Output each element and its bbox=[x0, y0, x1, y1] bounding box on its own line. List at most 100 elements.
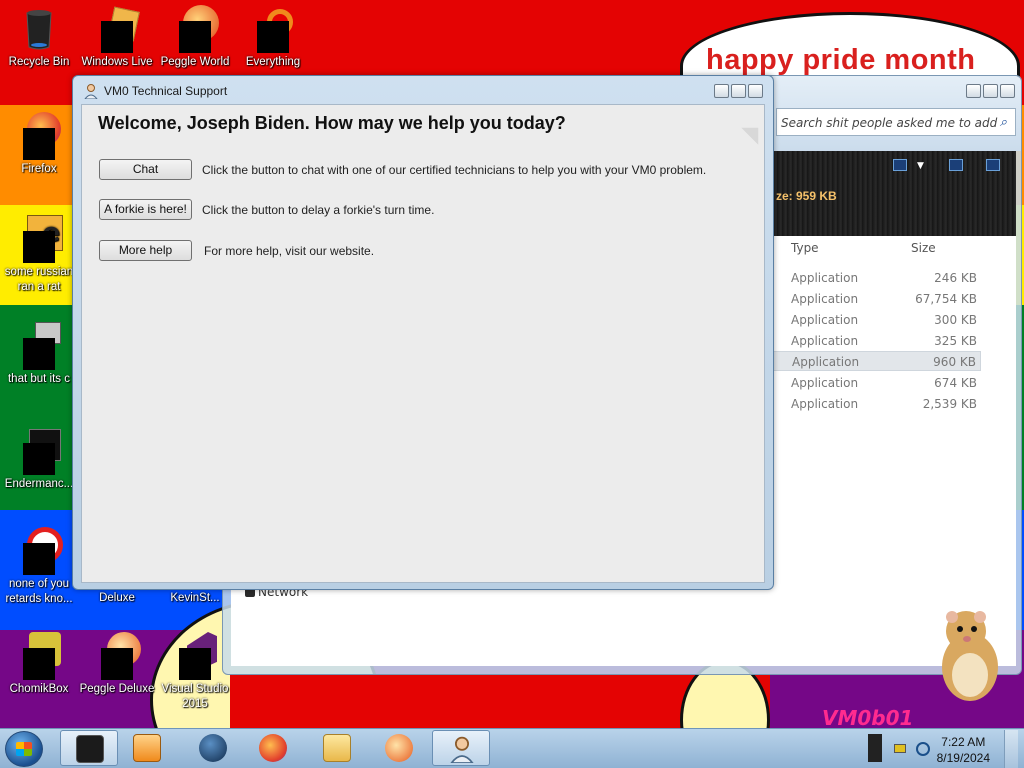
desktop-icon-label: ChomikBox bbox=[9, 683, 69, 695]
file-type: Application bbox=[791, 334, 859, 348]
action-center-flag-icon[interactable] bbox=[894, 744, 906, 753]
desktop-icon-everything[interactable]: Everything bbox=[235, 5, 311, 70]
file-row[interactable]: Application 67,754 KB bbox=[773, 289, 981, 309]
clock-time: 7:22 AM bbox=[941, 735, 986, 749]
minimize-button[interactable] bbox=[714, 84, 729, 98]
taskbar-app-explorer[interactable] bbox=[60, 730, 118, 766]
taskbar-app-peggle[interactable] bbox=[370, 730, 428, 766]
search-placeholder: Search shit people asked me to add bbox=[781, 116, 998, 130]
folder-icon bbox=[323, 734, 351, 762]
desktop-icon-label: Peggle Deluxe bbox=[79, 683, 155, 695]
maximize-button[interactable] bbox=[983, 84, 998, 98]
peggle-icon bbox=[385, 734, 413, 762]
search-icon[interactable]: ⌕ bbox=[1000, 115, 1007, 130]
desktop-icon-windows-live[interactable]: Windows Live bbox=[79, 5, 155, 70]
file-row-selected[interactable]: Application 960 KB bbox=[773, 351, 981, 371]
desktop-icon-endermanch[interactable]: Endermanc... bbox=[1, 427, 77, 492]
desktop-icon-label: KevinSt... bbox=[170, 592, 220, 604]
file-row[interactable]: Application 300 KB bbox=[773, 310, 981, 330]
black-box-icon bbox=[76, 735, 104, 763]
desktop-icon-label: none of you retards kno... bbox=[5, 578, 73, 605]
taskbar-app-media-player[interactable] bbox=[118, 730, 176, 766]
recycle-bin-icon bbox=[15, 5, 63, 53]
explorer-details-bar: ▼ ze: 959 KB bbox=[773, 151, 1016, 236]
desktop-icon-firefox[interactable]: Firefox bbox=[1, 112, 77, 177]
file-size: 246 KB bbox=[934, 271, 977, 285]
more-help-description: For more help, visit our website. bbox=[204, 244, 375, 258]
chat-button[interactable]: Chat bbox=[99, 159, 192, 180]
taskbar: 7:22 AM 8/19/2024 bbox=[0, 728, 1024, 768]
tray-expand-icon[interactable] bbox=[868, 734, 882, 762]
explorer-window-controls bbox=[964, 84, 1015, 103]
desktop-icon-some-russian[interactable]: e some russian ran a rat bbox=[1, 215, 77, 295]
forkie-button[interactable]: A forkie is here! bbox=[99, 199, 192, 220]
file-size: 674 KB bbox=[934, 376, 977, 390]
minimize-button[interactable] bbox=[966, 84, 981, 98]
desktop-icon-label: Deluxe bbox=[99, 592, 135, 604]
column-header-type[interactable]: Type bbox=[791, 241, 819, 255]
chevron-down-icon[interactable]: ▼ bbox=[917, 161, 924, 171]
file-type: Application bbox=[791, 376, 859, 390]
taskbar-clock[interactable]: 7:22 AM 8/19/2024 bbox=[937, 734, 990, 766]
desktop-icon-peggle-world[interactable]: Peggle World bbox=[157, 5, 233, 70]
file-type: Application bbox=[792, 355, 860, 369]
explorer-search-input[interactable]: Search shit people asked me to add ⌕ bbox=[776, 108, 1016, 136]
support-person-icon bbox=[448, 735, 476, 764]
desktop-icon-that-but[interactable]: that but its c bbox=[1, 322, 77, 387]
desktop-icon-recycle-bin[interactable]: Recycle Bin bbox=[1, 5, 77, 70]
desktop-icon-label: Visual Studio 2015 bbox=[161, 683, 229, 710]
support-person-icon bbox=[84, 84, 98, 99]
more-help-button[interactable]: More help bbox=[99, 240, 192, 261]
dialog-client-area: Welcome, Joseph Biden. How may we help y… bbox=[81, 104, 765, 583]
file-row[interactable]: Application 246 KB bbox=[773, 268, 981, 288]
file-row[interactable]: Application 2,539 KB bbox=[773, 394, 981, 414]
peggle-icon bbox=[171, 5, 219, 53]
dialog-window-controls bbox=[712, 84, 763, 103]
file-row[interactable]: Application 674 KB bbox=[773, 373, 981, 393]
desktop-icon-label: Peggle World bbox=[160, 56, 230, 68]
hamster-image bbox=[942, 611, 998, 701]
maximize-button[interactable] bbox=[731, 84, 746, 98]
selected-size-info: ze: 959 KB bbox=[776, 189, 837, 203]
file-type: Application bbox=[791, 313, 859, 327]
red-circle-icon bbox=[15, 527, 63, 575]
vm-logo-text: VM0b01 bbox=[822, 706, 914, 730]
close-button[interactable] bbox=[1000, 84, 1015, 98]
desktop-icon-none-of-you[interactable]: none of you retards kno... bbox=[1, 527, 77, 607]
file-row[interactable]: Application 325 KB bbox=[773, 331, 981, 351]
media-player-icon bbox=[133, 734, 161, 762]
desktop-icon-chomikbox[interactable]: ChomikBox bbox=[1, 632, 77, 697]
desktop-icon-label: Recycle Bin bbox=[8, 56, 70, 68]
network-tray-icon[interactable] bbox=[916, 742, 930, 756]
show-desktop-button[interactable] bbox=[1004, 730, 1018, 768]
windows-live-icon bbox=[93, 5, 141, 53]
visual-studio-icon bbox=[171, 632, 219, 680]
firefox-icon bbox=[15, 112, 63, 160]
chat-description: Click the button to chat with one of our… bbox=[202, 163, 707, 177]
help-icon[interactable] bbox=[986, 159, 1000, 171]
chomikbox-icon bbox=[15, 632, 63, 680]
file-size: 2,539 KB bbox=[922, 397, 977, 411]
welcome-heading: Welcome, Joseph Biden. How may we help y… bbox=[98, 113, 566, 133]
close-button[interactable] bbox=[748, 84, 763, 98]
desktop-icon-peggle-deluxe[interactable]: Peggle Deluxe bbox=[79, 632, 155, 697]
taskbar-app-globe[interactable] bbox=[184, 730, 242, 766]
app-e-icon: e bbox=[15, 215, 63, 263]
desktop-icon-label: Windows Live bbox=[81, 56, 153, 68]
file-size: 325 KB bbox=[934, 334, 977, 348]
dialog-title: VM0 Technical Support bbox=[104, 84, 228, 98]
view-icon[interactable] bbox=[893, 159, 907, 171]
start-button[interactable] bbox=[5, 731, 43, 767]
taskbar-app-tech-support[interactable] bbox=[432, 730, 490, 766]
windows-stack-icon bbox=[15, 322, 63, 370]
preview-pane-icon[interactable] bbox=[949, 159, 963, 171]
desktop-icon-label: some russian ran a rat bbox=[4, 266, 74, 293]
system-tray: 7:22 AM 8/19/2024 bbox=[868, 730, 1018, 768]
everything-icon bbox=[249, 5, 297, 53]
taskbar-app-folder[interactable] bbox=[308, 730, 366, 766]
column-header-size[interactable]: Size bbox=[911, 241, 936, 255]
desktop-icon-label: that but its c bbox=[7, 373, 70, 385]
taskbar-app-firefox[interactable] bbox=[244, 730, 302, 766]
file-size: 67,754 KB bbox=[915, 292, 977, 306]
tech-support-dialog[interactable]: VM0 Technical Support Welcome, Joseph Bi… bbox=[72, 75, 774, 590]
